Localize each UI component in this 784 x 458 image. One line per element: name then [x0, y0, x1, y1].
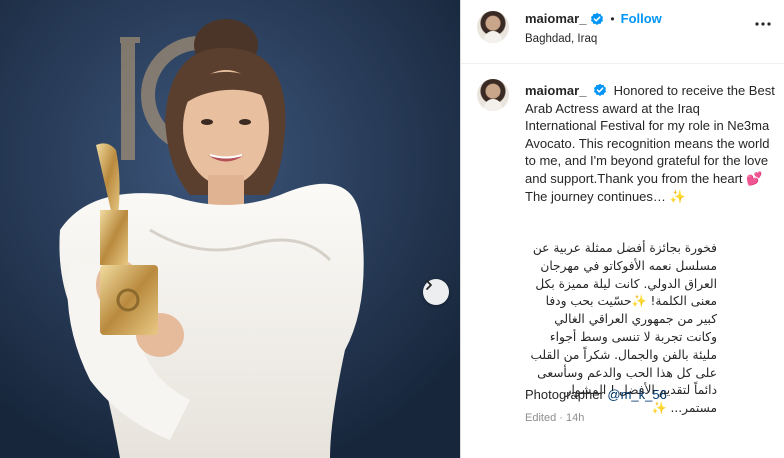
verified-badge-icon — [593, 83, 607, 97]
post-photo-illustration — [0, 0, 460, 458]
verified-badge-icon — [590, 12, 604, 26]
post-timestamp: Edited · 14h — [525, 412, 585, 424]
more-options-button[interactable] — [753, 14, 773, 39]
caption-english: maiomar_ Honored to receive the Best Ara… — [525, 82, 775, 205]
caption-avatar[interactable] — [477, 79, 509, 111]
post-image[interactable] — [0, 0, 460, 458]
post-location[interactable]: Baghdad, Iraq — [525, 33, 597, 45]
separator-dot: • — [610, 11, 615, 26]
caption-username[interactable]: maiomar_ — [525, 83, 586, 98]
chevron-right-icon — [426, 280, 432, 290]
next-image-button[interactable] — [423, 279, 449, 305]
photographer-credit: Photographer @m_k_56 — [525, 387, 667, 402]
more-options-icon — [755, 22, 771, 26]
header-username[interactable]: maiomar_ — [525, 11, 586, 26]
follow-button[interactable]: Follow — [621, 11, 662, 26]
caption-text: Honored to receive the Best Arab Actress… — [525, 83, 775, 204]
post-header: maiomar_ • Follow Baghdad, Iraq — [461, 0, 784, 64]
header-user-line: maiomar_ • Follow — [525, 11, 662, 26]
post-side-panel: maiomar_ • Follow Baghdad, Iraq maiomar_ — [460, 0, 784, 458]
avatar[interactable] — [477, 11, 509, 43]
photographer-mention-link[interactable]: @m_k_56 — [607, 387, 666, 402]
photographer-label: Photographer — [525, 387, 604, 402]
